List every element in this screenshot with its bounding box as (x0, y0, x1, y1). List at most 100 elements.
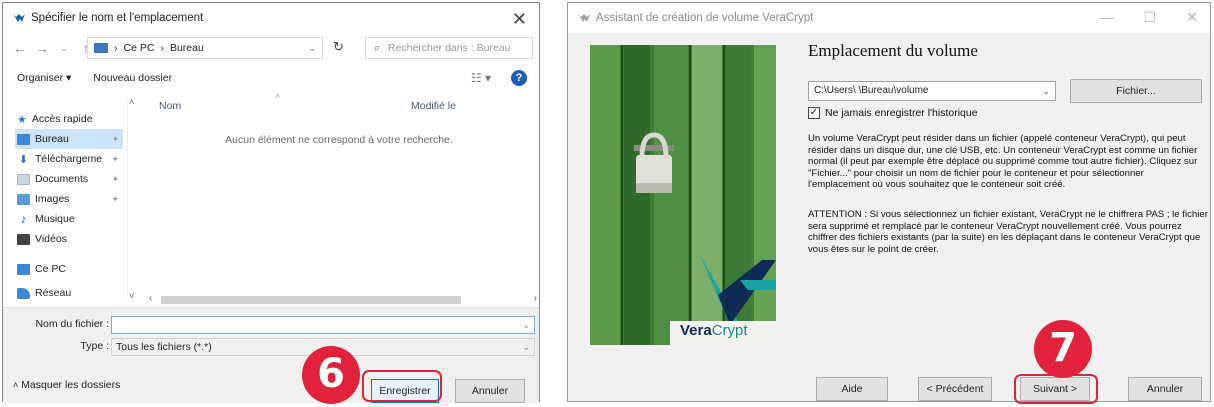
pin-icon: ✦ (111, 173, 119, 184)
chevron-down-icon[interactable]: ⌄ (522, 339, 530, 355)
address-bar[interactable]: › Ce PC › Bureau ⌄ (87, 37, 323, 59)
help-button[interactable]: Aide (816, 377, 888, 401)
step-6-badge: 6 (302, 346, 360, 404)
pin-icon: ✦ (111, 153, 119, 164)
chevron-down-icon[interactable]: ⌄ (522, 317, 530, 333)
images-icon (17, 193, 30, 205)
minimize-icon[interactable]: — (1100, 9, 1114, 25)
new-folder-button[interactable]: Nouveau dossier (93, 72, 172, 84)
sidebar-item-label: Musique (35, 213, 75, 225)
navigation-bar: ← → ⌄ ↑ › Ce PC › Bureau ⌄ ↻ ⌕ Recherche… (3, 35, 539, 61)
volume-path-combobox[interactable]: C:\Users\ \Bureau\volume ⌄ (808, 81, 1056, 101)
next-button-highlight (1014, 374, 1098, 404)
veracrypt-padlock-image: VeraCrypt (590, 45, 776, 345)
recent-dropdown-icon[interactable]: ⌄ (57, 43, 71, 54)
sidebar-item-label: Vidéos (35, 233, 67, 245)
scrollbar-thumb[interactable] (161, 296, 461, 304)
volume-path-value: C:\Users\ \Bureau\volume (814, 85, 929, 96)
back-arrow-icon[interactable]: ← (13, 40, 27, 56)
veracrypt-app-icon (578, 14, 590, 22)
veracrypt-logo: VeraCrypt (680, 322, 748, 339)
navigation-pane: ★ Accès rapide Bureau ✦ ⬇ Téléchargeme ✦… (15, 97, 127, 303)
hide-folders-toggle[interactable]: ˄ Masquer les dossiers (13, 379, 120, 391)
breadcrumb-separator: › (160, 42, 164, 54)
breadcrumb-item[interactable]: Bureau (170, 42, 204, 54)
breadcrumb-item[interactable]: Ce PC (124, 42, 155, 54)
checkbox-checked-icon[interactable]: ✓ (808, 107, 820, 119)
command-toolbar: Organiser ▾ Nouveau dossier ☷ ▾ ? (3, 65, 539, 91)
veracrypt-app-icon (13, 14, 25, 22)
music-icon: ♪ (20, 212, 27, 226)
wizard-titlebar: Assistant de création de volume VeraCryp… (568, 3, 1210, 33)
dialog-footer: Nom du fichier : ⌄ Type : Tous les fichi… (3, 307, 539, 403)
cancel-button[interactable]: Annuler (1128, 377, 1202, 401)
download-icon: ⬇ (18, 153, 29, 166)
sidebar-item-music[interactable]: ♪ Musique (15, 209, 123, 229)
close-icon[interactable]: ✕ (1186, 9, 1198, 26)
search-input[interactable]: ⌕ Rechercher dans : Bureau (365, 37, 533, 59)
maximize-icon[interactable]: ☐ (1143, 9, 1156, 26)
scroll-down-icon[interactable]: ˅ (129, 291, 134, 301)
previous-button[interactable]: < Précédent (918, 377, 992, 401)
sidebar-item-documents[interactable]: Documents ✦ (15, 169, 123, 189)
address-dropdown-icon[interactable]: ⌄ (308, 43, 316, 54)
file-list: ˄ Nom Modifié le Aucun élément ne corres… (141, 91, 537, 293)
navigation-scrollbar[interactable]: ˄ ˅ (127, 97, 137, 301)
sidebar-item-desktop[interactable]: Bureau ✦ (15, 129, 123, 149)
dialog-titlebar: Spécifier le nom et l'emplacement ✕ (3, 3, 539, 33)
file-type-value: Tous les fichiers (*.*) (116, 341, 212, 353)
view-options-icon[interactable]: ☷ ▾ (471, 71, 491, 85)
forward-arrow-icon[interactable]: → (35, 40, 49, 56)
select-file-button[interactable]: Fichier... (1070, 79, 1202, 103)
sidebar-item-videos[interactable]: Vidéos (15, 229, 123, 249)
filename-label: Nom du fichier : (35, 318, 109, 330)
sidebar-item-this-pc[interactable]: Ce PC (15, 259, 123, 279)
refresh-icon[interactable]: ↻ (333, 39, 344, 55)
sidebar-item-network[interactable]: Réseau (15, 283, 123, 303)
column-header-modified[interactable]: Modifié le (411, 100, 456, 112)
organize-menu[interactable]: Organiser ▾ (17, 72, 71, 84)
sidebar-item-label: Images (35, 193, 70, 205)
description-paragraph: Un volume VeraCrypt peut résider dans un… (808, 133, 1198, 191)
hide-folders-label: Masquer les dossiers (21, 379, 121, 391)
network-icon (17, 287, 30, 299)
sidebar-item-label: Documents (35, 173, 89, 185)
scroll-left-icon[interactable]: ‹ (149, 293, 152, 304)
computer-icon (17, 263, 30, 275)
search-icon: ⌕ (374, 41, 380, 54)
warning-paragraph: ATTENTION : Si vous sélectionnez un fich… (808, 209, 1208, 255)
close-icon[interactable]: ✕ (512, 9, 527, 30)
documents-icon (17, 173, 30, 185)
empty-list-message: Aucun élément ne correspond à votre rech… (225, 134, 453, 146)
padlock-door-illustration (590, 45, 776, 345)
sidebar-item-label: Bureau (35, 133, 69, 145)
wizard-title: Assistant de création de volume VeraCryp… (596, 12, 814, 24)
chevron-down-icon[interactable]: ⌄ (1042, 82, 1050, 100)
sidebar-item-label: Téléchargeme (35, 153, 103, 165)
cancel-button[interactable]: Annuler (455, 379, 525, 403)
pin-icon: ✦ (111, 133, 119, 144)
sidebar-item-images[interactable]: Images ✦ (15, 189, 123, 209)
sidebar-item-label: Réseau (35, 287, 72, 299)
horizontal-scrollbar[interactable]: ‹ › (149, 293, 539, 306)
breadcrumb-separator: › (114, 42, 118, 54)
computer-icon (94, 43, 108, 53)
scroll-right-icon[interactable]: › (534, 293, 537, 304)
dialog-title: Spécifier le nom et l'emplacement (31, 12, 204, 24)
sidebar-item-quick-access[interactable]: ★ Accès rapide (15, 109, 123, 129)
sidebar-item-downloads[interactable]: ⬇ Téléchargeme ✦ (15, 149, 123, 169)
help-icon[interactable]: ? (511, 70, 527, 86)
checkbox-label: Ne jamais enregistrer l'historique (825, 107, 978, 119)
never-save-history-checkbox[interactable]: ✓ Ne jamais enregistrer l'historique (808, 107, 978, 119)
column-header-name[interactable]: Nom (159, 100, 181, 112)
pin-icon: ✦ (111, 193, 119, 204)
desktop-folder-icon (17, 133, 30, 145)
sidebar-item-label: Ce PC (35, 263, 66, 275)
scroll-up-icon[interactable]: ˄ (129, 97, 134, 107)
filename-input[interactable]: ⌄ (111, 316, 535, 334)
save-button-highlight (362, 370, 442, 402)
sidebar-item-label: Accès rapide (31, 113, 93, 125)
sort-caret-icon: ˄ (275, 91, 281, 101)
save-dialog-window: Spécifier le nom et l'emplacement ✕ ← → … (2, 2, 540, 403)
veracrypt-wizard-window: Assistant de création de volume VeraCryp… (567, 2, 1211, 402)
